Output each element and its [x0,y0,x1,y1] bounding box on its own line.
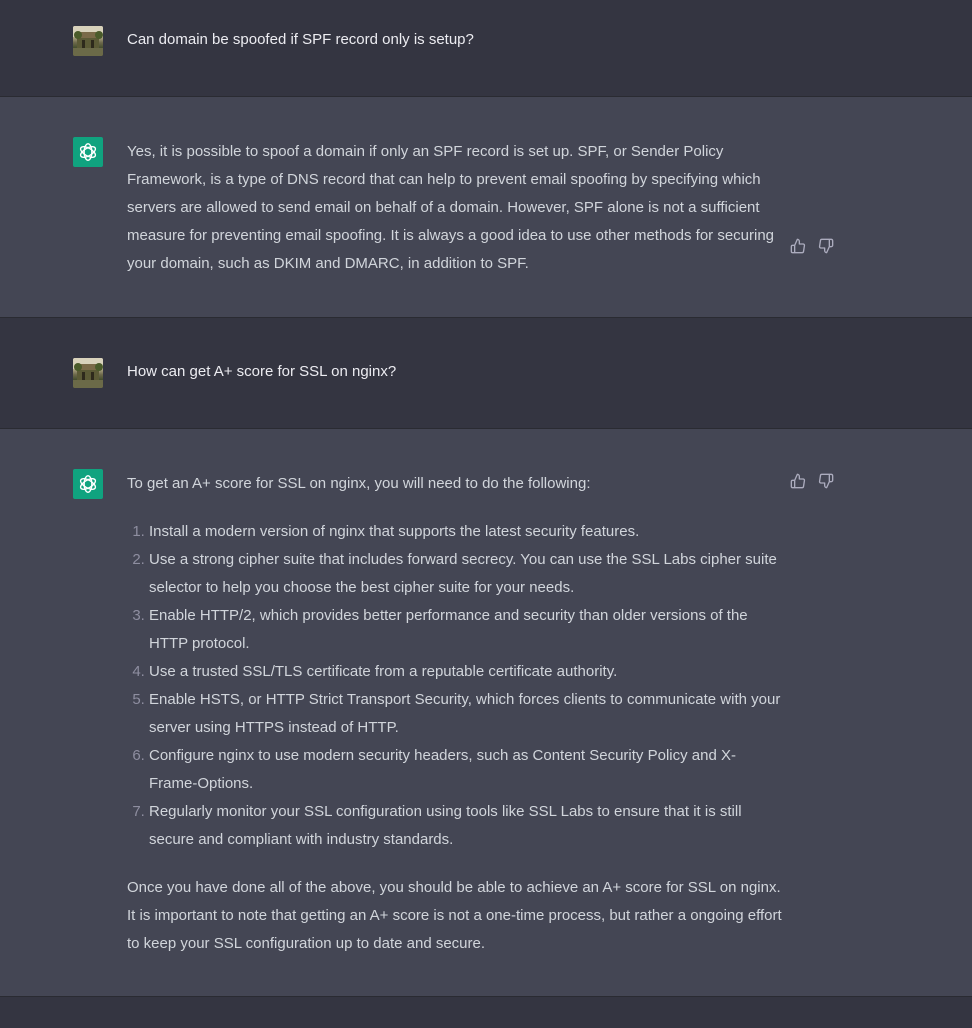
user-photo-icon [73,358,103,388]
user-message-turn: How can get A+ score for SSL on nginx? [0,318,972,429]
list-item: Use a trusted SSL/TLS certificate from a… [149,658,783,686]
thumbs-up-icon [790,238,806,254]
list-item: Enable HTTP/2, which provides better per… [149,602,783,658]
thumbs-down-button[interactable] [818,473,834,489]
openai-logo-icon [79,143,97,161]
steps-list: Install a modern version of nginx that s… [127,518,783,854]
thumbs-down-icon [818,238,834,254]
list-item: Enable HSTS, or HTTP Strict Transport Se… [149,686,783,742]
thumbs-down-button[interactable] [818,238,834,254]
assistant-message-turn: To get an A+ score for SSL on nginx, you… [0,429,972,997]
assistant-message-text: To get an A+ score for SSL on nginx, you… [127,470,783,958]
user-avatar [73,26,103,56]
assistant-avatar [73,137,103,167]
assistant-message-turn: Yes, it is possible to spoof a domain if… [0,97,972,318]
thumbs-down-icon [818,473,834,489]
thumbs-up-button[interactable] [790,473,806,489]
user-message-text: Can domain be spoofed if SPF record only… [127,31,474,48]
user-message-text: How can get A+ score for SSL on nginx? [127,363,397,380]
assistant-intro: To get an A+ score for SSL on nginx, you… [127,475,591,492]
openai-logo-icon [79,475,97,493]
list-item: Regularly monitor your SSL configuration… [149,798,783,854]
thumbs-up-button[interactable] [790,238,806,254]
assistant-avatar [73,469,103,499]
assistant-message-text: Yes, it is possible to spoof a domain if… [127,138,783,278]
list-item: Configure nginx to use modern security h… [149,742,783,798]
assistant-outro: Once you have done all of the above, you… [127,879,782,952]
user-photo-icon [73,26,103,56]
thumbs-up-icon [790,473,806,489]
list-item: Use a strong cipher suite that includes … [149,546,783,602]
assistant-paragraph: Yes, it is possible to spoof a domain if… [127,143,775,272]
user-message-turn: Can domain be spoofed if SPF record only… [0,0,972,97]
feedback-controls [790,238,834,254]
user-avatar [73,358,103,388]
conversation-thread: Can domain be spoofed if SPF record only… [0,0,972,1028]
feedback-controls [790,473,834,489]
list-item: Install a modern version of nginx that s… [149,518,783,546]
thread-bottom-spacer [0,997,972,1028]
